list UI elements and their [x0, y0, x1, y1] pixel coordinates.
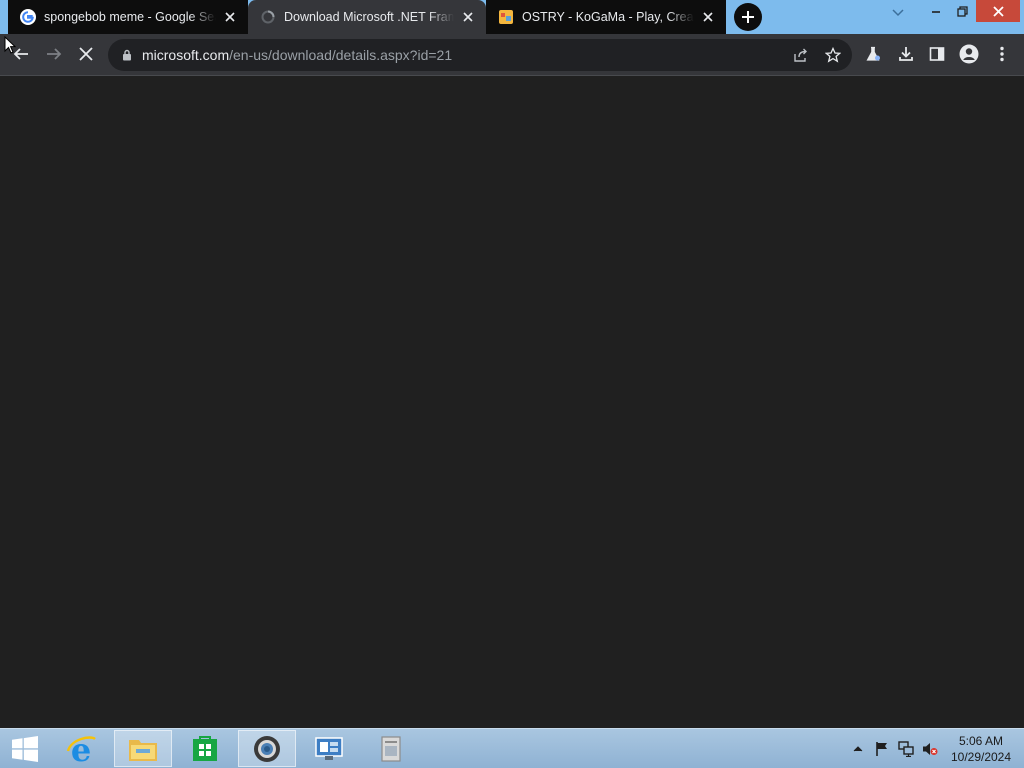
taskbar-application[interactable] [362, 730, 420, 767]
address-url: microsoft.com/en-us/download/details.asp… [142, 47, 452, 63]
store-icon [193, 735, 217, 761]
minimize-button[interactable] [924, 0, 948, 22]
menu-button[interactable] [987, 39, 1017, 69]
page-viewport [0, 76, 1024, 728]
url-path: /en-us/download/details.aspx?id=21 [229, 47, 453, 63]
show-hidden-icons-chevron-icon[interactable] [850, 741, 866, 757]
mouse-cursor-icon [4, 35, 17, 59]
network-icon[interactable] [898, 741, 914, 757]
tab-title: Download Microsoft .NET Framework [284, 10, 454, 24]
taskbar-internet-explorer[interactable]: e [52, 730, 110, 767]
plus-icon [742, 11, 754, 23]
tab-dotnet-download[interactable]: Download Microsoft .NET Framework [248, 0, 486, 34]
taskbar-file-explorer[interactable] [114, 730, 172, 767]
forward-button[interactable] [39, 39, 69, 69]
downloads-button[interactable] [891, 39, 921, 69]
profile-button[interactable] [954, 39, 984, 69]
restore-button[interactable] [950, 0, 974, 22]
taskbar-chrome[interactable] [238, 730, 296, 767]
server-manager-icon [315, 736, 343, 760]
taskbar: e 5:06 AM 10/29/2024 [0, 728, 1024, 768]
labs-button[interactable] [858, 39, 888, 69]
download-icon [899, 47, 913, 61]
volume-muted-icon[interactable] [922, 741, 938, 757]
clock-date: 10/29/2024 [950, 750, 1012, 764]
application-icon [381, 735, 401, 762]
close-tab-icon[interactable] [700, 9, 716, 25]
close-icon [79, 47, 93, 61]
folder-icon [129, 739, 157, 761]
tab-google-search[interactable]: spongebob meme - Google Search [8, 0, 248, 34]
browser-toolbar: microsoft.com/en-us/download/details.asp… [0, 34, 1024, 76]
close-window-button[interactable] [976, 0, 1020, 22]
side-panel-button[interactable] [922, 39, 952, 69]
loading-spinner-icon [260, 9, 276, 25]
tab-strip: spongebob meme - Google Search Download … [0, 0, 1024, 34]
clock-time: 5:06 AM [958, 734, 1004, 748]
tab-kogama[interactable]: OSTRY - KoGaMa - Play, Create And Share [486, 0, 726, 34]
lock-icon [120, 48, 134, 62]
tab-title: OSTRY - KoGaMa - Play, Create And Share [522, 10, 694, 24]
minimize-icon [932, 11, 940, 13]
chrome-icon [254, 735, 280, 762]
restore-icon [956, 5, 968, 17]
url-host: microsoft.com [142, 47, 230, 63]
google-g-icon [20, 9, 36, 25]
screen: spongebob meme - Google Search Download … [0, 0, 1024, 768]
avatar-icon [959, 44, 979, 64]
tab-search-chevron-icon[interactable] [886, 2, 910, 24]
close-tab-icon[interactable] [460, 9, 476, 25]
start-button[interactable] [0, 730, 50, 767]
taskbar-store[interactable] [176, 730, 234, 767]
kogama-icon [498, 9, 514, 25]
close-tab-icon[interactable] [222, 9, 238, 25]
address-bar[interactable]: microsoft.com/en-us/download/details.asp… [108, 39, 852, 71]
kebab-menu-icon [1000, 46, 1004, 62]
flask-icon [866, 46, 880, 61]
new-tab-button[interactable] [734, 3, 762, 31]
arrow-right-icon [47, 48, 62, 60]
side-panel-icon [929, 47, 945, 61]
close-icon [992, 5, 1004, 17]
taskbar-clock[interactable]: 5:06 AM 10/29/2024 [946, 733, 1016, 765]
stop-loading-button[interactable] [71, 39, 101, 69]
action-center-flag-icon[interactable] [874, 741, 890, 757]
tab-title: spongebob meme - Google Search [44, 10, 216, 24]
windows-logo-icon [12, 735, 38, 762]
bookmark-star-icon[interactable] [824, 46, 842, 64]
share-icon[interactable] [792, 46, 810, 64]
taskbar-server-manager[interactable] [300, 730, 358, 767]
internet-explorer-icon: e [66, 733, 96, 765]
